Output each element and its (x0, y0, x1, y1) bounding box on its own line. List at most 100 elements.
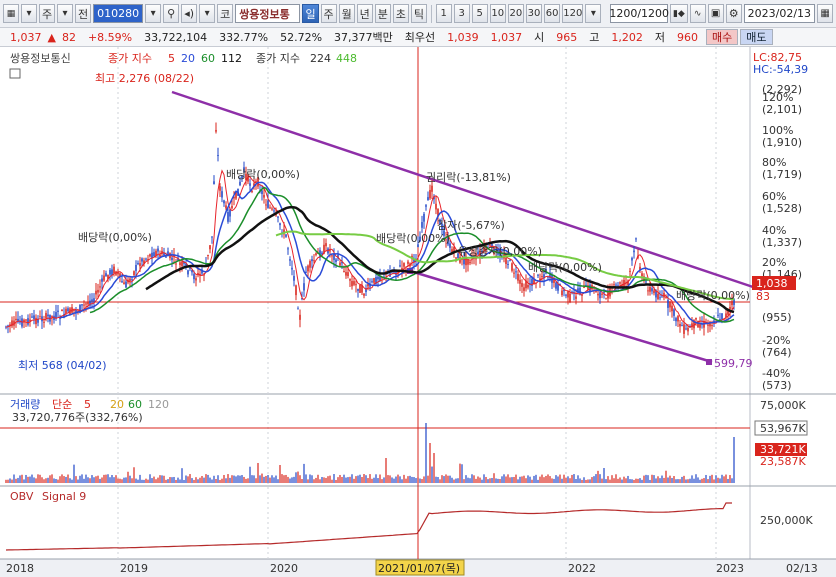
volume-bar (197, 479, 199, 483)
volume-bar (565, 477, 567, 483)
candle-body (555, 282, 557, 289)
tab-second[interactable]: 초 (392, 4, 409, 23)
sell-button[interactable]: 매도 (740, 29, 773, 45)
x-label-2022: 2022 (568, 562, 596, 575)
market-prefix-button[interactable]: 코 (217, 4, 234, 23)
full-button[interactable]: 전 (75, 4, 92, 23)
candle-body (239, 181, 241, 186)
volume-bar (467, 477, 469, 483)
candle-body (213, 181, 215, 185)
volume-bar (397, 474, 399, 483)
volume-bar (517, 479, 519, 483)
candle-body (109, 269, 111, 275)
volume-bar (265, 475, 267, 483)
volume-bar (643, 475, 645, 483)
volume-bar (187, 476, 189, 483)
minute-option-dropdown-icon[interactable]: ▾ (585, 4, 602, 23)
volume-bar (371, 478, 373, 483)
search-icon[interactable]: ⚲ (163, 4, 180, 23)
annotation-div4: 배당락(0,00%) (528, 261, 602, 274)
tab-tick[interactable]: 틱 (410, 4, 427, 23)
legend-ma-60: 60 (201, 52, 215, 65)
candle-body (659, 297, 661, 299)
calendar-icon[interactable]: ▦ (817, 4, 834, 23)
candle-body (265, 204, 267, 206)
tab-minute[interactable]: 분 (374, 4, 391, 23)
ask-price: 1,039 (447, 30, 479, 44)
minute-option-10[interactable]: 10 (489, 4, 506, 23)
chevron-down-icon[interactable]: ▾ (21, 4, 37, 23)
display-settings-icon[interactable]: ▮◆ (670, 4, 688, 23)
candle-body (145, 258, 147, 260)
tab-year[interactable]: 년 (356, 4, 373, 23)
minute-option-5[interactable]: 5 (471, 4, 488, 23)
stock-name-field[interactable]: 쌍용정보통 (235, 4, 301, 23)
volume-bar (269, 477, 271, 483)
tab-day[interactable]: 일 (302, 4, 319, 23)
volume-bar (713, 479, 715, 483)
candle-body (25, 319, 27, 321)
minute-option-1[interactable]: 1 (435, 4, 452, 23)
volume-bar (437, 477, 439, 483)
buy-button[interactable]: 매수 (706, 29, 739, 45)
volume-bar (491, 477, 493, 483)
toolbar-divider (430, 4, 432, 23)
x-label-2019: 2019 (120, 562, 148, 575)
grid-icon[interactable]: ▦ (3, 4, 19, 23)
annotation-low: 최저 568 (04/02) (18, 359, 107, 372)
volume-bar (433, 453, 435, 483)
volume-bar (77, 479, 79, 483)
volume-bar (463, 479, 465, 483)
settings-icon[interactable]: ⚙ (725, 4, 742, 23)
indicator-icon[interactable]: ∿ (689, 4, 706, 23)
candle-body (423, 213, 425, 222)
stock-code-input[interactable]: 010280 (93, 4, 144, 23)
volume-bar (447, 475, 449, 483)
price-axis-price: (2,101) (762, 103, 802, 116)
price-legend-ma2-title: 종가 지수 (256, 52, 300, 65)
price-axis-price: (764) (762, 346, 792, 359)
candle-body (303, 283, 305, 291)
volume-bar (653, 475, 655, 483)
period-type-button[interactable]: 주 (39, 4, 56, 23)
candle-body (277, 216, 279, 218)
volume-bar (513, 477, 515, 483)
tab-week[interactable]: 주 (320, 4, 337, 23)
low-label: 저 (654, 31, 666, 44)
candle-body (373, 278, 375, 283)
volume-bar (683, 475, 685, 483)
tab-month[interactable]: 월 (338, 4, 355, 23)
candle-body (515, 271, 517, 273)
chevron-down-icon[interactable]: ▾ (57, 4, 74, 23)
volume-bar (141, 479, 143, 483)
code-dropdown-icon[interactable]: ▾ (145, 4, 162, 23)
candle-body (43, 321, 45, 323)
minute-option-30[interactable]: 30 (525, 4, 543, 23)
minute-option-3[interactable]: 3 (453, 4, 470, 23)
volume-pct: 332.77% (219, 30, 269, 44)
candle-body (139, 263, 141, 267)
volume-bar (177, 477, 179, 483)
candle-body (297, 308, 299, 310)
minute-option-20[interactable]: 20 (507, 4, 524, 23)
speaker-dropdown-icon[interactable]: ▾ (199, 4, 216, 23)
volume-bar (721, 474, 723, 483)
save-icon[interactable]: ▣ (707, 4, 724, 23)
annotation-high: 최고 2,276 (08/22) (95, 72, 194, 85)
bid-price: 1,037 (490, 30, 523, 44)
volume-bar (93, 477, 95, 483)
date-field[interactable]: 2023/02/13 (743, 4, 816, 23)
volume-bar (301, 479, 303, 483)
candle-body (567, 291, 569, 298)
bar-count-field[interactable]: 1200/1200 (609, 4, 669, 23)
volume-bar (693, 478, 695, 483)
candle-body (207, 254, 209, 256)
stock-chart[interactable]: 쌍용정보통신 종가 지수 5 20 60 112 종가 지수 224 448 최… (0, 47, 836, 577)
speaker-icon[interactable]: ◂) (181, 4, 198, 23)
minute-option-120[interactable]: 120 (562, 4, 584, 23)
volume-bar (715, 475, 717, 483)
minute-option-60[interactable]: 60 (544, 4, 561, 23)
chart-canvas[interactable]: 쌍용정보통신 종가 지수 5 20 60 112 종가 지수 224 448 최… (0, 47, 836, 577)
candle-body (583, 287, 585, 289)
price-axis-price: (1,528) (762, 202, 802, 215)
